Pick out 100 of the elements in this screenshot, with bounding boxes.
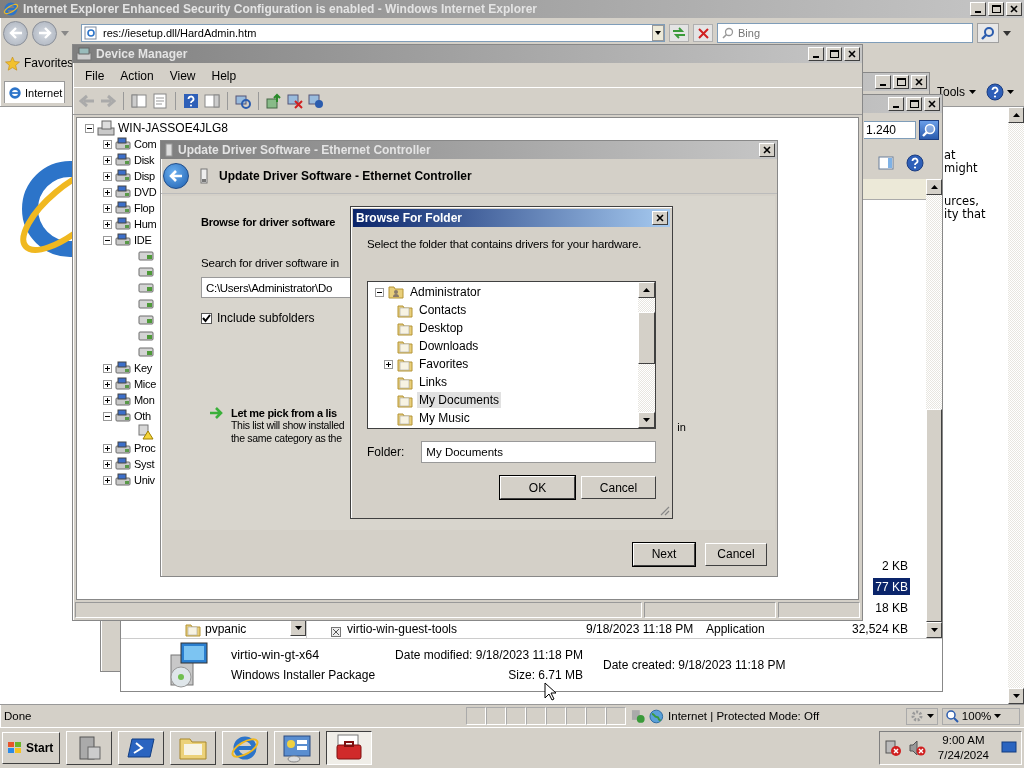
controller-icon[interactable] xyxy=(138,298,154,310)
expand-button[interactable] xyxy=(384,359,393,369)
option-link[interactable]: Let me pick from a lis xyxy=(231,407,345,419)
console-tree-icon[interactable] xyxy=(131,93,147,109)
controller-icon[interactable] xyxy=(138,330,154,342)
collapse-button[interactable] xyxy=(375,287,384,297)
collapse-button[interactable] xyxy=(103,235,112,245)
menu-item[interactable]: File xyxy=(79,69,111,83)
help-icon[interactable] xyxy=(906,154,924,172)
stop-button[interactable] xyxy=(693,24,713,42)
file-size[interactable]: 2 KB xyxy=(880,557,910,574)
speaker-muted-icon[interactable] xyxy=(907,739,926,757)
scroll-up-button[interactable] xyxy=(638,282,655,298)
tree-item[interactable]: My Documents xyxy=(417,392,502,408)
search-field[interactable]: Bing xyxy=(717,23,973,43)
minimize-button[interactable] xyxy=(970,2,986,16)
maximize-button[interactable] xyxy=(893,75,909,89)
expand-button[interactable] xyxy=(103,379,112,389)
scrollbar[interactable] xyxy=(638,282,655,428)
close-button[interactable] xyxy=(924,97,940,111)
controller-icon[interactable] xyxy=(138,282,154,294)
expand-button[interactable] xyxy=(103,443,112,453)
favorites-button[interactable]: Favorites xyxy=(3,55,76,71)
tree-item[interactable]: Desktop xyxy=(417,320,466,336)
taskbar-button[interactable] xyxy=(326,731,373,765)
tree-item[interactable]: Proc xyxy=(134,442,156,454)
help-icon[interactable] xyxy=(183,93,199,109)
collapse-button[interactable] xyxy=(85,123,94,133)
menu-item[interactable]: View xyxy=(163,69,202,83)
scroll-down-button[interactable] xyxy=(638,412,655,428)
controller-icon[interactable] xyxy=(138,314,154,326)
file-size[interactable]: 18 KB xyxy=(873,599,910,616)
update-driver-icon[interactable] xyxy=(266,93,282,109)
dialog-button[interactable]: Cancel xyxy=(705,542,767,566)
scroll-up-button[interactable] xyxy=(1008,107,1024,123)
tree-item[interactable]: Univ xyxy=(134,474,155,486)
expand-button[interactable] xyxy=(103,475,112,485)
tree-item[interactable]: Links xyxy=(417,374,449,390)
dropdown-arrow-icon[interactable] xyxy=(1003,30,1011,36)
controller-icon[interactable] xyxy=(138,346,154,358)
zoom-dropdown[interactable]: 100% xyxy=(941,707,1020,725)
tree-item[interactable]: Contacts xyxy=(417,302,469,318)
tree-item[interactable]: Administrator xyxy=(408,284,483,300)
network-icon[interactable] xyxy=(883,739,902,757)
scrollbar[interactable] xyxy=(1008,107,1024,704)
back-button[interactable] xyxy=(163,163,189,189)
dialog-button[interactable]: Cancel xyxy=(581,476,656,499)
tree-item[interactable]: Disp xyxy=(134,170,155,182)
forward-button[interactable] xyxy=(32,20,57,46)
expand-button[interactable] xyxy=(103,203,112,213)
resize-grip-icon[interactable] xyxy=(659,505,670,516)
path-field[interactable]: C:\Users\Administrator\Do xyxy=(201,277,351,298)
expand-button[interactable] xyxy=(103,139,112,149)
file-size[interactable]: 32,524 KB xyxy=(849,620,910,637)
dialog-button[interactable]: OK xyxy=(500,476,575,499)
clock[interactable]: 9:00 AM 7/24/2024 xyxy=(931,733,995,763)
refresh-button[interactable] xyxy=(669,24,689,42)
expand-button[interactable] xyxy=(103,395,112,405)
controller-icon[interactable] xyxy=(138,266,154,278)
tree-item[interactable]: My Music xyxy=(417,410,472,426)
scroll-up-button[interactable] xyxy=(926,179,942,195)
scrollbar[interactable] xyxy=(926,179,942,638)
enable-device-icon[interactable] xyxy=(308,93,324,109)
scroll-down-button[interactable] xyxy=(926,622,942,638)
close-button[interactable] xyxy=(911,75,927,89)
scroll-thumb[interactable] xyxy=(926,408,942,622)
minimize-button[interactable] xyxy=(875,75,891,89)
show-desktop-icon[interactable] xyxy=(1001,741,1017,755)
tree-item[interactable]: DVD xyxy=(134,186,157,198)
tools-menu[interactable]: Tools xyxy=(931,84,982,100)
close-button[interactable] xyxy=(759,143,775,157)
tree-item[interactable]: Downloads xyxy=(417,338,481,354)
maximize-button[interactable] xyxy=(906,97,922,111)
checkbox[interactable] xyxy=(201,312,212,324)
expand-button[interactable] xyxy=(103,171,112,181)
warning-device-icon[interactable] xyxy=(138,424,154,440)
menu-item[interactable]: Help xyxy=(205,69,243,83)
minimize-button[interactable] xyxy=(808,47,824,61)
folder-item[interactable]: pvpanic xyxy=(205,622,247,636)
uninstall-icon[interactable] xyxy=(287,93,303,109)
search-button[interactable] xyxy=(977,23,999,43)
browser-tab[interactable]: Internet xyxy=(4,81,66,103)
start-button[interactable]: Start xyxy=(2,732,61,764)
menu-item[interactable]: Action xyxy=(114,69,160,83)
expand-button[interactable] xyxy=(103,363,112,373)
maximize-button[interactable] xyxy=(988,2,1004,16)
scroll-down-button[interactable] xyxy=(1008,688,1024,704)
tree-item[interactable]: Favorites xyxy=(417,356,471,372)
close-button[interactable] xyxy=(844,47,860,61)
close-button[interactable] xyxy=(1006,2,1022,16)
scroll-thumb[interactable] xyxy=(638,312,655,364)
tree-item[interactable]: Oth xyxy=(134,410,151,422)
tree-item[interactable]: Disk xyxy=(134,154,155,166)
folder-field[interactable]: My Documents xyxy=(421,441,656,463)
minimize-button[interactable] xyxy=(888,97,904,111)
address-field[interactable]: res://iesetup.dll/HardAdmin.htm xyxy=(81,24,665,42)
tree-item[interactable]: Mon xyxy=(134,394,155,406)
settings-dropdown[interactable] xyxy=(905,707,938,725)
tree-item[interactable]: Hum xyxy=(134,218,157,230)
scan-hardware-icon[interactable] xyxy=(235,93,251,109)
